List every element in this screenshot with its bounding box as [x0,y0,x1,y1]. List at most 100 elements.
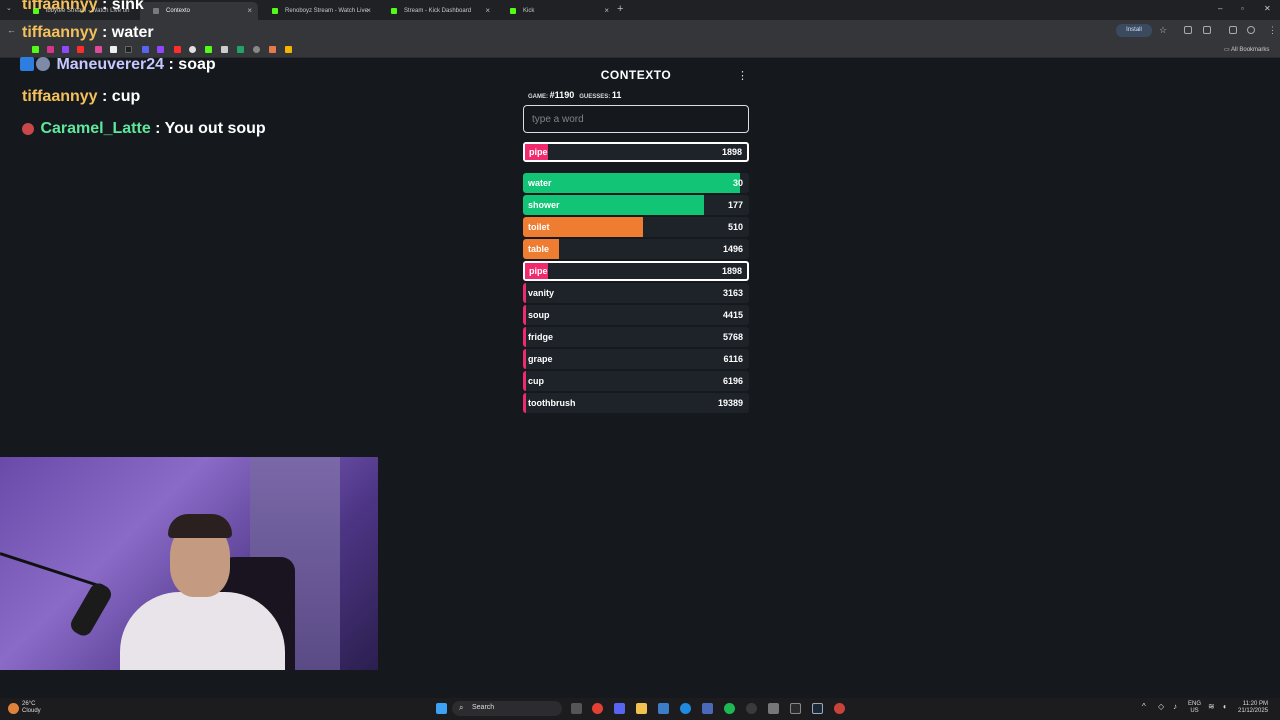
guess-distance: 1496 [722,244,743,254]
all-bookmarks[interactable]: ▭ All Bookmarks [1224,46,1269,53]
download-icon[interactable] [1203,26,1211,34]
date: 21/12/2025 [1238,708,1269,714]
guess-row: fridge 5768 [523,327,749,347]
guess-distance: 4415 [722,310,743,320]
close-tab-icon[interactable]: × [604,6,609,15]
chrome-icon[interactable] [189,46,196,53]
guess-bar [523,393,526,413]
chat-text: : cup [97,88,141,105]
guess-distance: 19389 [717,398,743,408]
webcam-person-hair [168,514,232,538]
time: 11:20 PM [1242,701,1269,707]
chat-username: tiffaannyy [22,0,98,13]
weather-icon[interactable] [8,703,19,714]
guess-row: toilet 510 [523,217,749,237]
taskbar-search[interactable]: ⌕ Search [452,701,562,716]
volume-icon[interactable]: ◖ [1222,703,1227,711]
guess-distance: 510 [727,222,743,232]
chrome-icon[interactable] [592,703,603,714]
profile-icon[interactable] [1247,26,1255,34]
file-explorer-icon[interactable] [636,703,647,714]
microphone-tray-icon[interactable]: ♪ [1173,703,1177,711]
kick-icon[interactable] [32,46,39,53]
guess-distance: 3163 [722,288,743,298]
guess-word: toilet [528,222,550,232]
close-window-icon[interactable]: ✕ [1264,4,1271,13]
kebab-menu-icon[interactable]: ⋮ [737,69,748,82]
twitch-icon[interactable] [157,46,164,53]
windows-start-icon[interactable] [436,703,447,714]
chat-username: tiffaannyy [22,24,98,41]
tab-kick[interactable]: Kick × [497,2,615,20]
guess-distance: 6196 [722,376,743,386]
weather-widget[interactable]: 26°C Cloudy [22,701,41,715]
grid-icon[interactable] [221,46,228,53]
app-icon[interactable] [658,703,669,714]
maximize-icon[interactable]: ▫ [1241,4,1244,13]
star-icon[interactable]: ☆ [1159,25,1167,36]
twitch-icon[interactable] [62,46,69,53]
install-button[interactable]: Install [1116,24,1152,37]
discord-icon[interactable] [614,703,625,714]
kick-icon[interactable] [205,46,212,53]
obs-icon[interactable] [746,703,757,714]
x-icon[interactable] [110,46,117,53]
gear-icon[interactable] [253,46,260,53]
chat-message: Maneuverer24 : soap [20,56,216,74]
tab-renoboyz[interactable]: Renoboyz Stream - Watch Live × [259,2,377,20]
steam-icon[interactable] [812,703,823,714]
tab-list-icon[interactable]: ⌄ [6,4,12,12]
youtube-icon[interactable] [77,46,84,53]
cast-icon[interactable] [1229,26,1237,34]
task-view-icon[interactable] [571,703,582,714]
word-input[interactable] [523,105,749,133]
discord-icon[interactable] [142,46,149,53]
tab-kick-dashboard[interactable]: Stream - Kick Dashboard × [378,2,496,20]
app-icon[interactable] [834,703,845,714]
new-tab-icon[interactable]: + [617,3,623,15]
link-icon[interactable] [269,46,276,53]
guesses-label: GUESSES: [579,94,611,100]
guess-word: cup [528,376,545,386]
tiktok-icon[interactable] [125,46,132,53]
spotify-icon[interactable] [724,703,735,714]
back-icon[interactable]: ← [7,25,16,35]
region: US [1190,708,1199,714]
weather-desc: Cloudy [22,708,41,714]
youtube-icon[interactable] [174,46,181,53]
menu-icon[interactable]: ⋮ [1268,25,1277,36]
close-tab-icon[interactable]: × [366,6,371,15]
app-icon[interactable] [790,703,801,714]
instagram-icon[interactable] [47,46,54,53]
last-guess-distance: 1898 [721,147,742,157]
game-info: GAME: #1190 GUESSES: 11 [528,90,621,100]
guess-word: fridge [528,332,554,342]
kick-icon [391,8,397,14]
wifi-icon[interactable]: ≋ [1208,703,1215,711]
instagram-icon[interactable] [95,46,102,53]
guess-distance: 5768 [722,332,743,342]
edge-icon[interactable] [680,703,691,714]
app-icon[interactable] [702,703,713,714]
close-tab-icon[interactable]: × [485,6,490,15]
tab-contexto[interactable]: Contexto × [140,2,258,20]
guess-word: shower [528,200,560,210]
drive-icon[interactable] [285,46,292,53]
sheets-icon[interactable] [237,46,244,53]
guess-row: soup 4415 [523,305,749,325]
language-indicator[interactable]: ENG US [1188,701,1201,715]
extension-icon[interactable] [1184,26,1192,34]
chevron-up-icon[interactable]: ^ [1142,703,1146,711]
guess-word: soup [528,310,550,320]
network-icon[interactable]: ◇ [1158,703,1164,711]
close-tab-icon[interactable]: × [247,6,252,15]
kick-icon [272,8,278,14]
guess-row: cup 6196 [523,371,749,391]
guess-bar [523,305,526,325]
clock[interactable]: 11:20 PM 21/12/2025 [1238,701,1268,715]
chat-message: Caramel_Latte : You out soup [22,120,266,138]
minimize-icon[interactable]: – [1218,4,1222,13]
chat-username: Caramel_Latte [40,120,151,137]
guess-row: pipe 1898 [523,261,749,281]
app-icon[interactable] [768,703,779,714]
